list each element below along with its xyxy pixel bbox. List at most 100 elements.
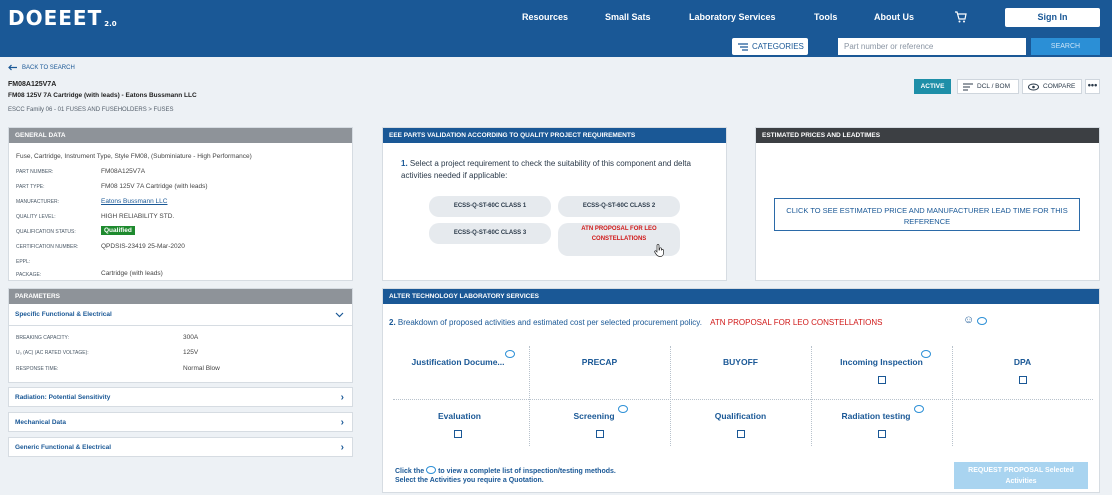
nav-small-sats[interactable]: Small Sats [605,12,651,22]
parameters-header: PARAMETERS [9,289,352,304]
breadcrumb[interactable]: ESCC Family 06 - 01 FUSES AND FUSEHOLDER… [8,107,174,113]
qualification-status-label: QUALIFICATION STATUS: [16,229,76,235]
compare-button[interactable]: COMPARE [1022,79,1082,94]
rated-voltage-value: 125V [183,349,199,356]
sign-in-button[interactable]: Sign In [1005,8,1100,27]
qualified-badge: Qualified [101,226,135,235]
parameters-panel: PARAMETERS Specific Functional & Electri… [8,288,353,383]
part-description: Fuse, Cartridge, Instrument Type, Style … [16,153,252,160]
nav-about-us[interactable]: About Us [874,12,914,22]
activity-evaluation[interactable]: Evaluation [393,411,526,421]
qualification-checkbox[interactable] [737,430,745,438]
breaking-capacity-label: BREAKING CAPACITY: [16,335,69,341]
activity-incoming-inspection[interactable]: Incoming Inspection [815,357,948,367]
part-number-label: PART NUMBER: [16,169,54,175]
generic-functional-section[interactable]: Generic Functional & Electrical › [8,437,353,457]
nav-resources[interactable]: Resources [522,12,568,22]
logo[interactable]: DOEEET 2.0 [8,6,117,30]
part-number-value: FM08A125V7A [101,168,146,175]
chevron-down-icon [335,312,344,318]
comment-icon[interactable] [921,350,931,358]
nav-laboratory-services[interactable]: Laboratory Services [689,12,776,22]
certification-number-label: CERTIFICATION NUMBER: [16,244,79,250]
activity-dpa[interactable]: DPA [956,357,1089,367]
arrow-left-icon [8,64,17,71]
package-value: Cartridge (with leads) [101,270,163,277]
activity-buyoff[interactable]: BUYOFF [674,357,807,367]
general-data-panel: GENERAL DATA Fuse, Cartridge, Instrument… [8,127,353,281]
top-navigation-bar: DOEEET 2.0 Resources Small Sats Laborator… [0,0,1112,57]
footer-text-b: to view a complete list of inspection/te… [438,468,616,475]
quality-level-label: QUALITY LEVEL: [16,214,56,220]
part-type-value: FM08 125V 7A Cartridge (with leads) [101,183,208,190]
dpa-checkbox[interactable] [1019,376,1027,384]
section-label: Specific Functional & Electrical [15,311,112,318]
quality-level-value: HIGH RELIABILITY STD. [101,213,175,220]
back-label: BACK TO SEARCH [22,64,75,71]
comment-icon[interactable] [914,405,924,413]
dcl-bom-label: DCL / BOM [977,83,1010,90]
footer-text-a: Click the [395,468,425,475]
package-label: PACKAGE: [16,272,42,278]
prices-header: ESTIMATED PRICES AND LEADTIMES [756,128,1099,143]
step-number: 1. [401,159,408,168]
selected-policy: ATN PROPOSAL FOR LEO CONSTELLATIONS [710,318,883,327]
manufacturer-link[interactable]: Eatons Bussmann LLC [101,198,167,205]
cart-icon[interactable] [954,11,967,25]
categories-icon [738,42,748,51]
radiation-testing-checkbox[interactable] [878,430,886,438]
radiation-section[interactable]: Radiation: Potential Sensitivity › [8,387,353,407]
validation-panel: EEE PARTS VALIDATION ACCORDING TO QUALIT… [382,127,727,281]
page-title: FM08 125V 7A Cartridge (with leads) - Ea… [8,92,197,99]
search-button[interactable]: SEARCH [1031,38,1100,55]
section-label: Mechanical Data [15,419,66,426]
request-proposal-button[interactable]: REQUEST PROPOSAL Selected Activities [954,462,1088,489]
list-icon [963,83,973,90]
question-text: Breakdown of proposed activities and est… [397,318,702,327]
manufacturer-label: MANUFACTURER: [16,199,60,205]
categories-button[interactable]: CATEGORIES [732,38,808,55]
screening-checkbox[interactable] [596,430,604,438]
evaluation-checkbox[interactable] [454,430,462,438]
lab-services-panel: ALTER TECHNOLOGY LABORATORY SERVICES 2. … [382,288,1100,493]
activity-precap[interactable]: PRECAP [533,357,666,367]
footer-select-text: Select the Activities you require a Quot… [395,477,544,484]
activity-screening[interactable]: Screening [533,411,655,421]
validation-question: 1. Select a project requirement to check… [401,158,721,182]
activity-justification[interactable]: Justification Docume... [393,357,523,367]
part-type-label: PART TYPE: [16,184,45,190]
lab-question: 2. Breakdown of proposed activities and … [389,318,883,327]
certification-number-value: QPDSIS-23419 25-Mar-2020 [101,243,185,250]
search-input[interactable] [838,38,1026,55]
question-text: Select a project requirement to check th… [401,159,691,180]
section-label: Radiation: Potential Sensitivity [15,394,111,401]
validation-header: EEE PARTS VALIDATION ACCORDING TO QUALIT… [383,128,726,143]
chevron-right-icon: › [340,392,344,403]
lab-services-header: ALTER TECHNOLOGY LABORATORY SERVICES [383,289,1099,304]
response-time-label: RESPONSE TIME: [16,366,59,372]
more-options-button[interactable]: ••• [1085,79,1100,94]
ecss-class-1-option[interactable]: ECSS-Q-ST-60C CLASS 1 [429,196,551,217]
footer-instruction: Click the to view a complete list of ins… [395,465,616,475]
categories-label: CATEGORIES [752,42,804,51]
step-number: 2. [389,318,396,327]
comment-icon[interactable] [505,350,515,358]
breaking-capacity-value: 300A [183,334,199,341]
prices-panel: ESTIMATED PRICES AND LEADTIMES CLICK TO … [755,127,1100,281]
activity-qualification[interactable]: Qualification [674,411,807,421]
comment-icon[interactable] [977,317,987,325]
nav-tools[interactable]: Tools [814,12,837,22]
see-price-button[interactable]: CLICK TO SEE ESTIMATED PRICE AND MANUFAC… [774,198,1080,231]
dcl-bom-button[interactable]: DCL / BOM [957,79,1019,94]
smiley-icon[interactable]: ☺ [963,314,974,326]
ecss-class-3-option[interactable]: ECSS-Q-ST-60C CLASS 3 [429,223,551,244]
chevron-right-icon: › [340,417,344,428]
compare-label: COMPARE [1043,83,1076,90]
comment-icon[interactable] [618,405,628,413]
back-to-search-link[interactable]: BACK TO SEARCH [8,64,75,71]
incoming-inspection-checkbox[interactable] [878,376,886,384]
mechanical-data-section[interactable]: Mechanical Data › [8,412,353,432]
general-data-header: GENERAL DATA [9,128,352,143]
ecss-class-2-option[interactable]: ECSS-Q-ST-60C CLASS 2 [558,196,680,217]
specific-functional-electrical-section[interactable]: Specific Functional & Electrical [9,304,352,326]
